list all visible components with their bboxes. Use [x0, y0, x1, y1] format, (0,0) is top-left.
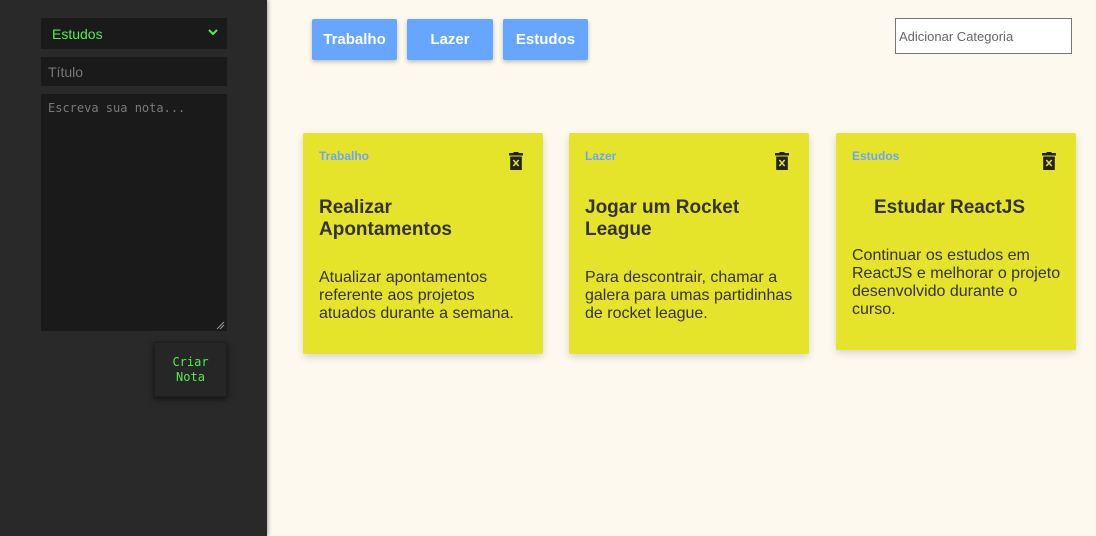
note-text: Para descontrair, chamar a galera para u…	[585, 269, 793, 322]
category-button-lazer[interactable]: Lazer	[407, 19, 493, 60]
trash-icon[interactable]	[509, 152, 523, 170]
category-button-trabalho[interactable]: Trabalho	[312, 19, 397, 60]
trash-icon[interactable]	[1042, 152, 1056, 170]
chevron-down-icon	[208, 29, 218, 36]
note-category: Estudos	[852, 149, 900, 163]
note-title: Estudar ReactJS	[874, 197, 1026, 218]
note-card: Estudos Estudar ReactJS Continuar os est…	[836, 133, 1076, 350]
category-select[interactable]: Estudos	[41, 18, 227, 49]
note-category: Trabalho	[319, 149, 370, 163]
note-textarea[interactable]	[41, 94, 227, 331]
category-button-estudos[interactable]: Estudos	[503, 19, 588, 60]
title-input[interactable]	[41, 57, 227, 86]
create-note-button[interactable]: Criar Nota	[154, 342, 227, 397]
trash-icon[interactable]	[775, 152, 789, 170]
category-select-value: Estudos	[52, 26, 103, 42]
note-title: Jogar um Rocket League	[585, 197, 740, 240]
resize-grip-icon[interactable]	[215, 320, 225, 330]
note-text: Continuar os estudos em ReactJS e melhor…	[852, 247, 1061, 318]
note-card: Trabalho Realizar Apontamentos Atualizar…	[303, 133, 543, 354]
note-text: Atualizar apontamentos referente aos pro…	[319, 269, 514, 322]
note-card: Lazer Jogar um Rocket League Para descon…	[569, 133, 809, 354]
sidebar: Estudos Criar Nota	[0, 0, 267, 536]
note-title: Realizar Apontamentos	[319, 197, 452, 240]
add-category-input[interactable]	[895, 18, 1072, 54]
note-category: Lazer	[585, 149, 617, 163]
